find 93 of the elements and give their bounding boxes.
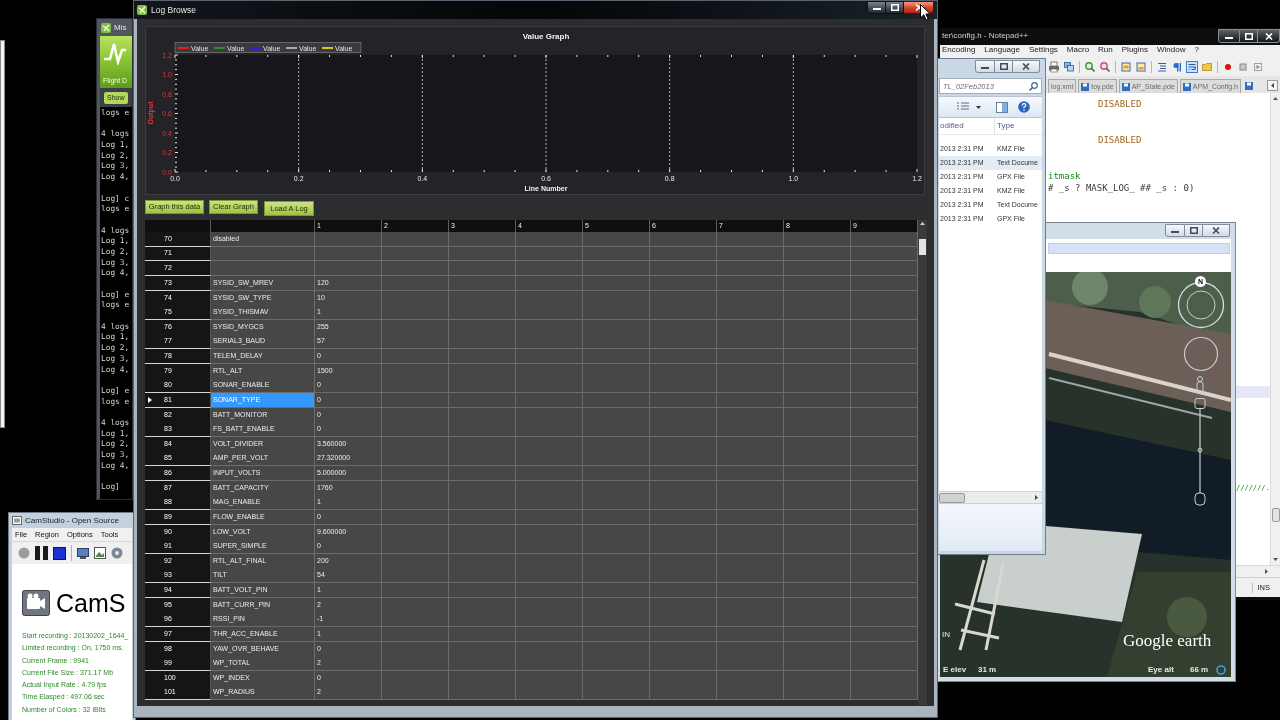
word-wrap-icon[interactable]	[1186, 61, 1198, 73]
minimize-button[interactable]	[867, 1, 886, 14]
scrollbar-thumb[interactable]	[919, 239, 926, 255]
maximize-icon	[999, 63, 1008, 70]
pulse-icon	[103, 41, 127, 65]
current-line-highlight	[1236, 386, 1270, 398]
printer-icon[interactable]	[1048, 61, 1060, 73]
column-header[interactable]: Type	[995, 121, 1015, 131]
menu-item[interactable]: Encoding	[942, 45, 976, 55]
side-label: IN	[942, 630, 950, 640]
elevation-label: E elev	[943, 665, 967, 675]
menu-item[interactable]: ?	[1194, 45, 1199, 55]
loading-ring-icon	[1216, 665, 1226, 675]
scroll-right-icon	[1265, 569, 1268, 574]
eye-altitude-label: Eye alt	[1148, 665, 1174, 675]
column-header[interactable]: odified	[939, 121, 964, 131]
menu-item[interactable]: Macro	[1066, 45, 1090, 55]
minimize-button[interactable]	[1218, 29, 1240, 43]
chart-title: Value Graph	[522, 32, 570, 41]
search-icon	[1029, 81, 1038, 91]
maximize-button[interactable]	[995, 60, 1013, 73]
menu-item[interactable]: Run	[1098, 45, 1113, 55]
close-icon	[1264, 32, 1273, 40]
close-icon	[1212, 227, 1220, 234]
logo-text: Google earth	[1123, 630, 1212, 652]
maximize-button[interactable]	[886, 1, 904, 14]
maximize-button[interactable]	[1240, 29, 1258, 43]
close-button[interactable]	[1013, 60, 1040, 73]
app-icon	[101, 22, 111, 33]
camera-icon	[22, 590, 50, 616]
menu-item[interactable]: Language	[984, 45, 1020, 55]
windows-icon[interactable]	[1063, 61, 1075, 73]
window-title: ter\config.h - Notepad++	[941, 30, 1029, 41]
maximize-icon	[1244, 32, 1253, 40]
code-line: DISABLED	[1098, 134, 1142, 146]
pause-icon[interactable]	[35, 546, 48, 560]
magnifier-icon[interactable]	[1084, 61, 1096, 73]
code-line: DISABLED	[1098, 98, 1142, 110]
scroll-up-icon	[920, 222, 925, 225]
scrollbar-thumb[interactable]	[1271, 508, 1280, 522]
scrollbar-thumb[interactable]	[939, 492, 965, 503]
eye-altitude-value: 66 m	[1190, 665, 1209, 675]
minimize-icon	[1171, 231, 1179, 233]
mouse-cursor-icon	[920, 4, 931, 21]
maximize-icon	[1189, 227, 1198, 234]
scroll-down-icon	[1273, 558, 1278, 561]
horizontal-scrollbar[interactable]	[939, 491, 1042, 503]
close-icon	[1022, 63, 1030, 70]
scroll-up-icon	[1273, 97, 1278, 100]
horizontal-scrollbar[interactable]	[1236, 565, 1280, 577]
menu-item[interactable]: Window	[1157, 45, 1186, 55]
disc-icon[interactable]	[111, 547, 123, 559]
person-icon[interactable]	[1195, 376, 1205, 394]
app-icon	[137, 4, 147, 15]
close-button[interactable]	[1203, 224, 1230, 237]
minimize-icon	[1225, 37, 1233, 39]
vertical-scrollbar[interactable]	[1270, 93, 1280, 565]
image-icon[interactable]	[94, 547, 106, 559]
pilcrow-icon[interactable]	[1171, 61, 1183, 73]
window-title: Log Browse	[151, 4, 196, 15]
record-icon[interactable]	[1222, 61, 1234, 73]
vertical-scrollbar[interactable]	[918, 220, 927, 705]
elevation-value: 31 m	[978, 665, 997, 675]
compass-icon[interactable]	[1177, 281, 1225, 329]
menu-item[interactable]: Settings	[1028, 45, 1058, 55]
app-icon	[12, 516, 22, 525]
look-control-icon[interactable]	[1183, 336, 1219, 372]
minimize-icon	[981, 67, 989, 69]
maximize-icon	[890, 4, 899, 11]
maximize-button[interactable]	[1185, 224, 1203, 237]
minimize-button[interactable]	[975, 60, 995, 73]
code-line: itmask	[1048, 170, 1081, 182]
minimize-button[interactable]	[1165, 224, 1185, 237]
caret-down-icon[interactable]	[976, 105, 981, 109]
stop-icon[interactable]	[53, 546, 66, 560]
window-title: Mis	[114, 22, 127, 33]
zoom-slider-icon[interactable]	[1194, 398, 1206, 506]
minimize-icon	[872, 8, 881, 10]
tab-scroll-icon[interactable]	[1267, 80, 1278, 91]
menu-item[interactable]: Plugins	[1121, 45, 1149, 55]
document-icon[interactable]	[1135, 61, 1147, 73]
help-icon[interactable]	[1018, 101, 1030, 113]
magnifier-icon[interactable]	[1099, 61, 1111, 73]
window-title: CamStudio - Open Source	[25, 515, 119, 526]
scroll-right-icon	[1035, 495, 1038, 500]
indent-icon[interactable]	[1156, 61, 1168, 73]
current-row-icon	[148, 396, 152, 403]
close-button[interactable]	[1258, 29, 1280, 43]
document-icon[interactable]	[1120, 61, 1132, 73]
screen-icon[interactable]	[77, 547, 89, 559]
app-name: CamS	[56, 588, 126, 618]
preview-pane-icon[interactable]	[996, 101, 1008, 113]
code-line: # _s ? MASK_LOG_ ## _s : 0)	[1048, 182, 1195, 194]
